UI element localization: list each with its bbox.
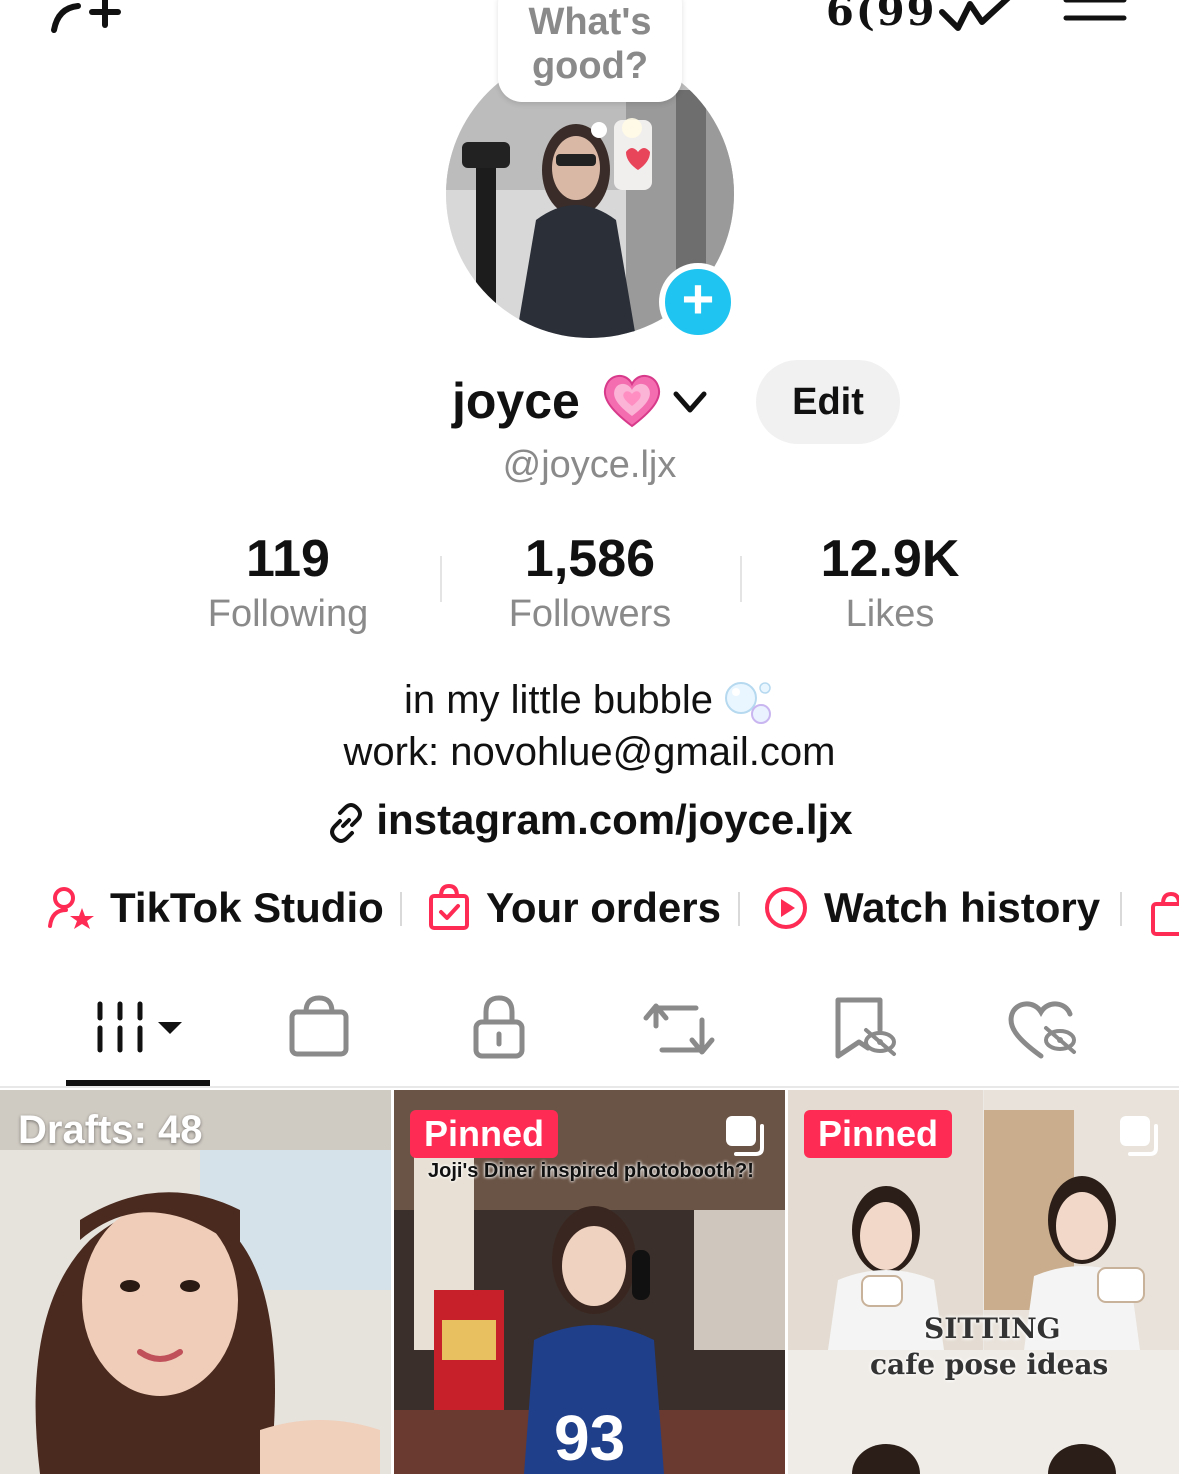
lock-icon[interactable] [454, 990, 544, 1070]
following-count: 119 [246, 530, 330, 588]
svg-text:93: 93 [554, 1402, 625, 1474]
username-handle: @joyce.ljx [502, 444, 677, 486]
shop-bag-icon[interactable] [1150, 892, 1179, 938]
chevron-down-icon[interactable] [670, 384, 710, 420]
followers-label: Followers [508, 593, 672, 635]
studio-icon [48, 887, 94, 929]
orders-bag-icon [429, 884, 469, 930]
quick-link-watch-history[interactable]: Watch history [764, 878, 1124, 938]
video-tile[interactable]: Pinned SITTING cafe pose ideas [788, 1090, 1179, 1474]
repost-icon[interactable] [634, 990, 724, 1070]
add-story-button[interactable]: + [659, 263, 737, 341]
stat-likes[interactable]: 12.9K Likes [740, 528, 1040, 638]
bookmark-hidden-icon[interactable] [814, 990, 904, 1070]
bio-text-1: in my little bubble [403, 678, 714, 722]
quick-link-label: Your orders [486, 884, 721, 931]
video-tile[interactable]: 93 Pinned Joji's Diner inspired photoboo… [394, 1090, 785, 1474]
multi-photo-icon [726, 1116, 764, 1156]
likes-label: Likes [845, 593, 935, 635]
video-caption: Joji's Diner inspired photobooth?! [428, 1160, 754, 1182]
pinned-badge: Pinned [804, 1110, 953, 1158]
bio-link-text[interactable]: instagram.com/joyce.ljx [376, 796, 852, 843]
bio-link[interactable]: instagram.com/joyce.ljx [0, 796, 1179, 844]
edit-profile-button[interactable]: Edit [756, 360, 900, 444]
video-caption-line-1: SITTING [924, 1312, 1061, 1345]
stat-followers[interactable]: 1,586 Followers [440, 528, 740, 638]
quick-link-label: Watch history [824, 884, 1101, 931]
pink-heart-icon [603, 375, 661, 428]
quick-link-divider [400, 892, 402, 926]
link-icon [330, 802, 363, 843]
play-circle-icon [765, 887, 807, 929]
drafts-tile[interactable]: Drafts: 48 [0, 1090, 391, 1474]
stat-following[interactable]: 119 Following [138, 528, 438, 638]
followers-count: 1,586 [524, 530, 656, 588]
quick-link-label: TikTok Studio [110, 884, 384, 931]
activity-counter[interactable]: 6(99 [826, 0, 936, 35]
heart-hidden-icon[interactable] [996, 990, 1086, 1070]
quick-link-divider [738, 892, 740, 926]
pinned-badge: Pinned [410, 1110, 559, 1158]
video-caption-line-2: cafe pose ideas [870, 1348, 1109, 1381]
likes-count: 12.9K [820, 530, 960, 588]
add-friend-icon[interactable] [48, 0, 124, 34]
quick-links-row: TikTok Studio Your orders Watch history [0, 878, 1179, 938]
menu-icon[interactable] [1062, 0, 1128, 26]
note-bubble[interactable]: What's good? [498, 0, 682, 102]
quick-link-your-orders[interactable]: Your orders [428, 878, 728, 938]
quick-link-divider [1120, 892, 1122, 926]
bubbles-icon [725, 682, 772, 725]
drafts-count-label: Drafts: 48 [18, 1108, 203, 1152]
bio-line-2: work: novohlue@gmail.com [343, 730, 836, 774]
quick-link-tiktok-studio[interactable]: TikTok Studio [48, 878, 388, 938]
shopping-bag-icon[interactable] [274, 990, 364, 1070]
display-name[interactable]: joyce [452, 372, 580, 430]
multi-photo-icon [1120, 1116, 1158, 1156]
following-label: Following [207, 593, 369, 635]
note-bubble-tail [591, 122, 607, 138]
name-row: joyce Edit [0, 360, 1179, 444]
tabs-divider [0, 1086, 1179, 1088]
grid-videos-icon[interactable] [92, 990, 192, 1070]
activity-icon[interactable] [936, 0, 1012, 36]
bio-line-1: in my little bubble [0, 678, 1179, 726]
content-tabs [0, 990, 1179, 1086]
